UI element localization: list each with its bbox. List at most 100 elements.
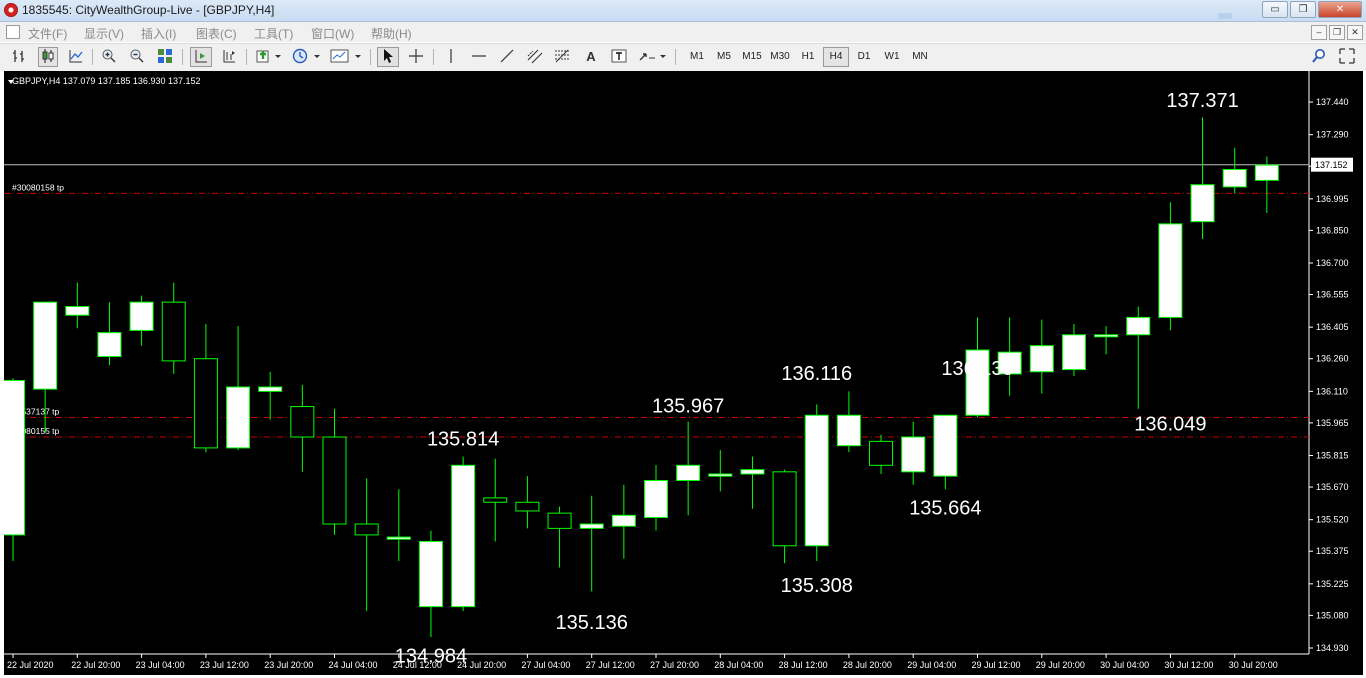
mdi-restore-button[interactable]: ❐ [1329, 25, 1345, 40]
menu-file[interactable]: 文件(F) [28, 25, 67, 42]
bar-chart-icon[interactable] [10, 48, 28, 66]
timeframe-m15[interactable]: M15 [738, 48, 766, 66]
time-tick-label: 22 Jul 2020 [7, 660, 54, 670]
price-annotation: 135.664 [909, 497, 981, 519]
time-tick-label: 27 Jul 20:00 [650, 660, 699, 670]
price-tick-label: 135.670 [1316, 482, 1349, 492]
timeframe-m1[interactable]: M1 [685, 48, 709, 66]
app-logo-icon [4, 3, 18, 17]
candle [997, 317, 1022, 396]
timeframe-d1[interactable]: D1 [852, 48, 876, 66]
timeframe-h1[interactable]: H1 [796, 48, 820, 66]
candle [483, 458, 508, 542]
price-chart[interactable]: 137.440137.290137.145136.995136.850136.7… [4, 71, 1363, 675]
toolbar-separator [92, 49, 93, 65]
menu-window[interactable]: 窗口(W) [311, 25, 354, 42]
search-icon[interactable] [1310, 48, 1328, 66]
mdi-close-button[interactable]: ✕ [1347, 25, 1363, 40]
mdi-minimize-button[interactable]: – [1311, 25, 1327, 40]
price-annotation: 136.049 [1134, 414, 1206, 436]
price-tick-label: 135.965 [1316, 418, 1349, 428]
timeframe-h4[interactable]: H4 [823, 47, 849, 67]
zoom-out-icon[interactable] [127, 48, 147, 66]
candle [193, 323, 218, 453]
tile-windows-icon[interactable] [155, 48, 175, 66]
candle-body [129, 301, 154, 331]
price-annotation: 135.814 [427, 429, 499, 451]
toolbar-separator [433, 49, 434, 65]
autoscroll-icon[interactable] [190, 47, 212, 67]
candle-body [772, 471, 797, 547]
candlestick-icon[interactable] [38, 47, 58, 67]
horizontal-line-icon[interactable] [469, 48, 489, 66]
toolbar: A M1 M5 M15 M30 H1 H4 D1 W1 MN [0, 43, 1366, 72]
price-tick-label: 135.815 [1316, 451, 1349, 461]
restore-button[interactable]: ❐ [1290, 1, 1316, 18]
window-title: 1835545: CityWealthGroup-Live - [GBPJPY,… [22, 3, 275, 17]
text-icon[interactable]: A [581, 48, 601, 66]
menu-insert[interactable]: 插入(I) [141, 25, 176, 42]
candle [933, 414, 958, 490]
arrows-icon[interactable] [636, 48, 668, 66]
menu-help[interactable]: 帮助(H) [371, 25, 412, 42]
candle-body [193, 358, 218, 449]
candle [804, 404, 829, 561]
candle-body [644, 480, 668, 518]
text-label-icon[interactable] [609, 48, 629, 66]
fibonacci-icon[interactable] [552, 48, 574, 66]
timeframe-m30[interactable]: M30 [766, 48, 794, 66]
cursor-icon[interactable] [377, 47, 399, 67]
templates-icon[interactable] [329, 48, 363, 66]
candle [1029, 319, 1054, 394]
minimize-button[interactable]: ▭ [1262, 1, 1288, 18]
channel-icon[interactable] [524, 48, 546, 66]
candle [322, 408, 347, 535]
indicators-icon[interactable] [255, 48, 283, 66]
chart-shift-icon[interactable] [219, 48, 239, 66]
candle-body [161, 301, 186, 362]
menu-tools[interactable]: 工具(T) [254, 25, 293, 42]
trendline-icon[interactable] [497, 48, 517, 66]
zoom-in-icon[interactable] [99, 48, 119, 66]
candle [65, 282, 90, 329]
candle-body [1029, 345, 1054, 373]
time-tick-label: 30 Jul 12:00 [1164, 660, 1213, 670]
candle-body [33, 301, 58, 390]
candle-body [1254, 164, 1279, 181]
periods-icon[interactable] [290, 48, 322, 66]
candle [354, 478, 379, 612]
price-tick-label: 135.375 [1316, 546, 1349, 556]
vertical-line-icon[interactable] [441, 48, 461, 66]
candle [515, 476, 540, 529]
timeframe-mn[interactable]: MN [907, 48, 933, 66]
expand-icon[interactable] [1337, 48, 1357, 66]
price-tick-label: 136.995 [1316, 194, 1349, 204]
document-icon[interactable] [6, 25, 20, 39]
close-button[interactable]: ✕ [1318, 1, 1362, 18]
candle [226, 326, 251, 451]
crosshair-icon[interactable] [406, 48, 426, 66]
timeframe-m5[interactable]: M5 [712, 48, 736, 66]
candle [386, 489, 411, 561]
candle [676, 421, 701, 516]
time-tick-label: 22 Jul 20:00 [71, 660, 120, 670]
candle-body [322, 436, 347, 525]
chart-canvas[interactable]: 137.440137.290137.145136.995136.850136.7… [4, 71, 1363, 675]
time-tick-label: 30 Jul 20:00 [1229, 660, 1278, 670]
line-chart-icon[interactable] [67, 48, 85, 66]
candle [869, 434, 894, 474]
symbol-info: GBPJPY,H4 137.079 137.185 136.930 137.15… [12, 76, 201, 86]
menu-bar: 文件(F) 显示(V) 插入(I) 图表(C) 工具(T) 窗口(W) 帮助(H… [0, 22, 1366, 42]
time-tick-label: 27 Jul 12:00 [586, 660, 635, 670]
price-tick-label: 135.080 [1316, 610, 1349, 620]
candle-body [933, 414, 958, 477]
menu-charts[interactable]: 图表(C) [196, 25, 237, 42]
toolbar-separator [370, 49, 371, 65]
timeframe-w1[interactable]: W1 [880, 48, 904, 66]
menu-view[interactable]: 显示(V) [84, 25, 124, 42]
candle-body [483, 497, 508, 503]
candle [418, 530, 443, 638]
take-profit-label: #30080158 tp [12, 182, 64, 192]
price-tick-label: 134.930 [1316, 643, 1349, 653]
time-tick-label: 29 Jul 12:00 [972, 660, 1021, 670]
